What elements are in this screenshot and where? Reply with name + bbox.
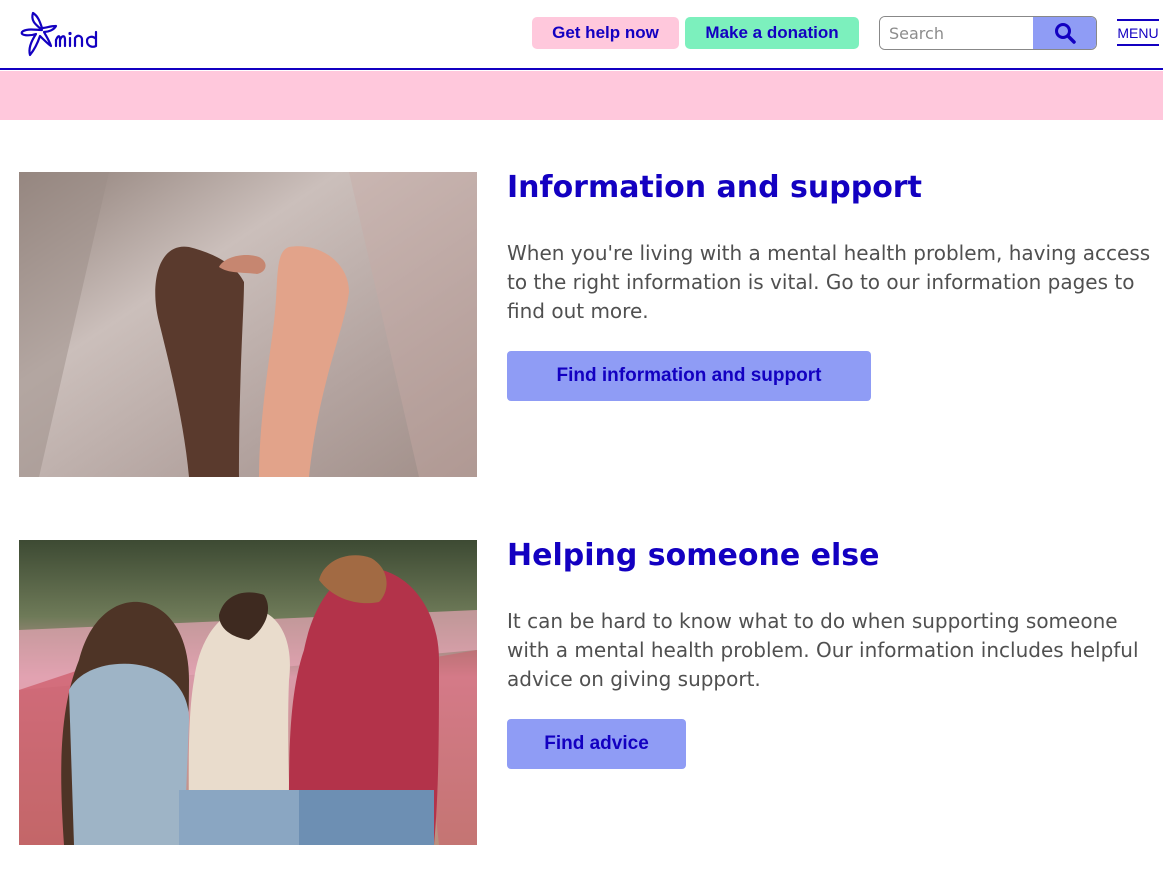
make-donation-button[interactable]: Make a donation <box>685 17 859 49</box>
search-box <box>879 16 1097 50</box>
information-support-heading: Information and support <box>507 170 922 205</box>
pinky-promise-hands-image <box>19 172 477 477</box>
three-friends-image <box>19 540 477 845</box>
search-button[interactable] <box>1033 17 1096 49</box>
information-support-text: When you're living with a mental health … <box>507 241 1151 323</box>
get-help-now-button[interactable]: Get help now <box>532 17 679 49</box>
helping-someone-heading: Helping someone else <box>507 538 880 573</box>
find-advice-button[interactable]: Find advice <box>507 719 686 769</box>
mind-logo-icon <box>20 11 98 57</box>
mind-logo[interactable] <box>18 10 120 58</box>
find-information-button[interactable]: Find information and support <box>507 351 871 401</box>
site-header: Get help now Make a donation MENU <box>0 0 1163 70</box>
menu-button[interactable]: MENU <box>1117 19 1159 46</box>
search-input[interactable] <box>880 17 1033 49</box>
helping-someone-text: It can be hard to know what to do when s… <box>507 609 1139 691</box>
search-icon <box>1055 23 1076 44</box>
pink-banner <box>0 71 1163 120</box>
